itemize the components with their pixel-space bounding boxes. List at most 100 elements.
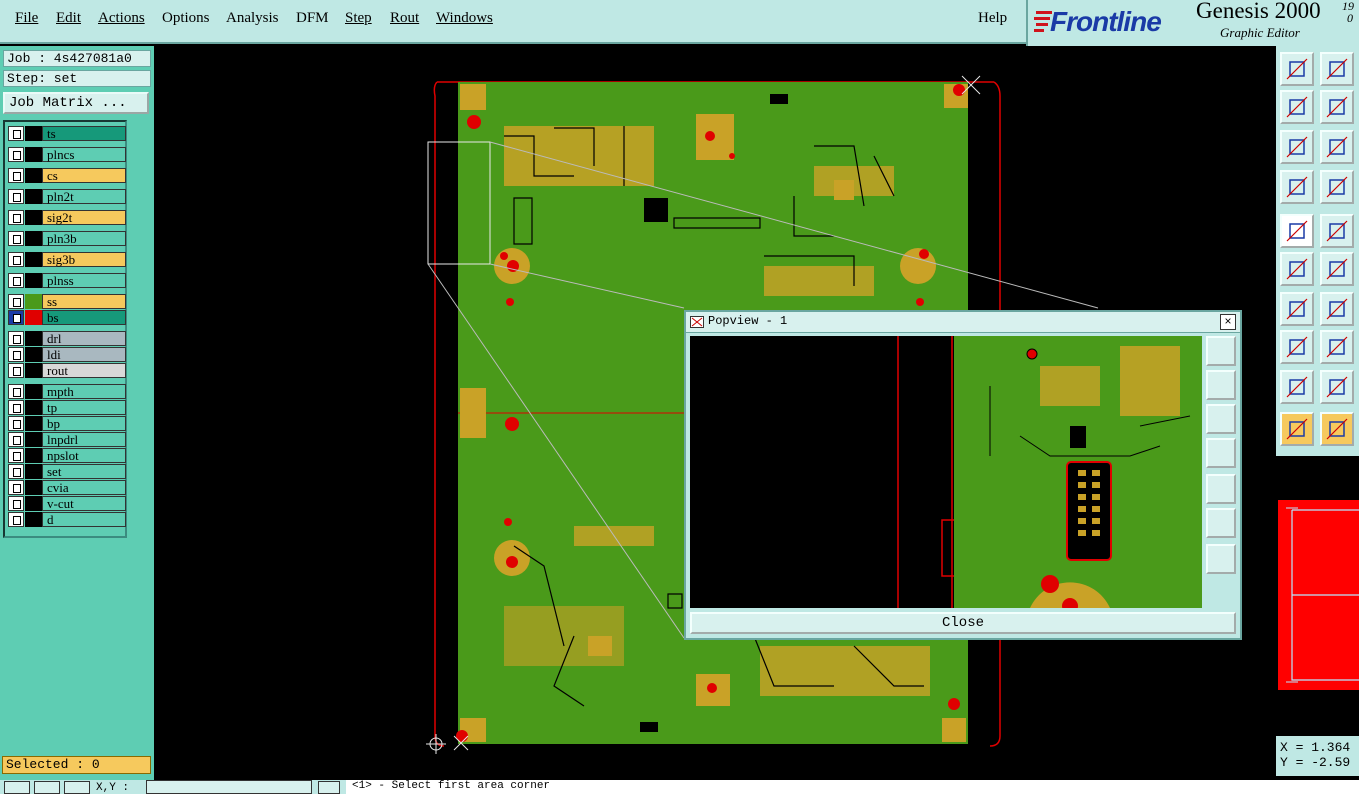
status-button-3[interactable]	[64, 781, 90, 794]
layer-name[interactable]: ldi	[42, 347, 126, 362]
layer-row[interactable]: ts	[8, 126, 126, 141]
layer-checkbox[interactable]	[8, 294, 24, 309]
layer-color-swatch[interactable]	[25, 448, 42, 463]
layer-checkbox[interactable]	[8, 331, 24, 346]
layer-color-swatch[interactable]	[25, 363, 42, 378]
layer-row[interactable]: tp	[8, 400, 126, 415]
layer-row[interactable]: lnpdrl	[8, 432, 126, 447]
layer-color-swatch[interactable]	[25, 416, 42, 431]
delete-icon[interactable]	[1320, 252, 1354, 286]
connect-icon[interactable]	[1280, 252, 1314, 286]
layer-name[interactable]: sig2t	[42, 210, 126, 225]
menu-dfm[interactable]: DFM	[296, 10, 329, 27]
popview-zoom-in-button[interactable]	[1206, 336, 1236, 366]
layer-row[interactable]: ss	[8, 294, 126, 309]
popview-canvas[interactable]	[690, 336, 1202, 608]
layer-checkbox[interactable]	[8, 432, 24, 447]
menu-options[interactable]: Options	[162, 10, 210, 27]
layer-checkbox[interactable]	[8, 384, 24, 399]
layer-row[interactable]: ldi	[8, 347, 126, 362]
layer-row[interactable]: drl	[8, 331, 126, 346]
layer-checkbox[interactable]	[8, 448, 24, 463]
layer-name[interactable]: mpth	[42, 384, 126, 399]
layer-checkbox[interactable]	[8, 252, 24, 267]
zoom-in-icon[interactable]	[1280, 52, 1314, 86]
layer-checkbox[interactable]	[8, 347, 24, 362]
xy-input[interactable]	[146, 780, 312, 794]
layer-color-swatch[interactable]	[25, 496, 42, 511]
status-button-2[interactable]	[34, 781, 60, 794]
layer-row[interactable]: pln3b	[8, 231, 126, 246]
layer-color-swatch[interactable]	[25, 400, 42, 415]
fit-profile-icon[interactable]	[1320, 130, 1354, 164]
layer-name[interactable]: ss	[42, 294, 126, 309]
layer-row[interactable]: set	[8, 464, 126, 479]
popview-fit-button[interactable]	[1206, 508, 1236, 538]
layer-checkbox[interactable]	[8, 416, 24, 431]
layer-name[interactable]: tp	[42, 400, 126, 415]
layer-name[interactable]: pln2t	[42, 189, 126, 204]
layer-color-swatch[interactable]	[25, 464, 42, 479]
layer-name[interactable]: bs	[42, 310, 126, 325]
menu-help[interactable]: Help	[978, 10, 1007, 27]
layer-color-swatch[interactable]	[25, 384, 42, 399]
pan-left-icon[interactable]	[1280, 90, 1314, 124]
layer-row[interactable]: sig2t	[8, 210, 126, 225]
close-icon[interactable]: ×	[1220, 314, 1236, 330]
layer-checkbox[interactable]	[8, 310, 24, 325]
select-net-icon[interactable]	[1320, 214, 1354, 248]
layer-checkbox[interactable]	[8, 464, 24, 479]
layer-checkbox[interactable]	[8, 363, 24, 378]
layer-name[interactable]: cs	[42, 168, 126, 183]
layer-color-swatch[interactable]	[25, 273, 42, 288]
menu-edit[interactable]: Edit	[56, 10, 81, 27]
layer-color-swatch[interactable]	[25, 189, 42, 204]
layer-row[interactable]: pln2t	[8, 189, 126, 204]
menu-step[interactable]: Step	[345, 10, 372, 27]
status-button-1[interactable]	[4, 781, 30, 794]
popview-window[interactable]: Popview - 1 × Close	[684, 310, 1242, 640]
layer-row[interactable]: mpth	[8, 384, 126, 399]
layer-color-swatch[interactable]	[25, 331, 42, 346]
layer-checkbox[interactable]	[8, 168, 24, 183]
layer-color-swatch[interactable]	[25, 347, 42, 362]
layer-name[interactable]: drl	[42, 331, 126, 346]
menu-actions[interactable]: Actions	[98, 10, 145, 27]
layer-row[interactable]: plncs	[8, 147, 126, 162]
layer-color-swatch[interactable]	[25, 126, 42, 141]
layer-checkbox[interactable]	[8, 512, 24, 527]
layer-checkbox[interactable]	[8, 147, 24, 162]
layer-name[interactable]: plnss	[42, 273, 126, 288]
pointer-select-icon[interactable]	[1320, 412, 1354, 446]
layer-color-swatch[interactable]	[25, 168, 42, 183]
layer-row[interactable]: cs	[8, 168, 126, 183]
triangle-icon[interactable]	[1280, 370, 1314, 404]
layer-checkbox[interactable]	[8, 189, 24, 204]
layer-name[interactable]: set	[42, 464, 126, 479]
layer-color-swatch[interactable]	[25, 210, 42, 225]
menu-analysis[interactable]: Analysis	[226, 10, 279, 27]
layer-name[interactable]: npslot	[42, 448, 126, 463]
popview-titlebar[interactable]: Popview - 1 ×	[686, 312, 1240, 333]
layer-color-swatch[interactable]	[25, 294, 42, 309]
layer-color-swatch[interactable]	[25, 432, 42, 447]
popview-pan-right-button[interactable]	[1206, 474, 1236, 504]
layer-checkbox[interactable]	[8, 126, 24, 141]
layer-color-swatch[interactable]	[25, 252, 42, 267]
layer-color-swatch[interactable]	[25, 512, 42, 527]
popview-close-button[interactable]: Close	[690, 612, 1236, 634]
layer-color-swatch[interactable]	[25, 147, 42, 162]
pointer-icon[interactable]	[1280, 412, 1314, 446]
layer-checkbox[interactable]	[8, 400, 24, 415]
fit-all-icon[interactable]	[1280, 130, 1314, 164]
popview-pan-down-button[interactable]	[1206, 404, 1236, 434]
layer-checkbox[interactable]	[8, 480, 24, 495]
layer-name[interactable]: cvia	[42, 480, 126, 495]
popview-zoom-out-button[interactable]	[1206, 370, 1236, 400]
layer-name[interactable]: lnpdrl	[42, 432, 126, 447]
overview-map[interactable]	[1278, 500, 1359, 690]
layer-color-swatch[interactable]	[25, 310, 42, 325]
layer-name[interactable]: plncs	[42, 147, 126, 162]
layer-row[interactable]: bp	[8, 416, 126, 431]
layer-color-swatch[interactable]	[25, 480, 42, 495]
